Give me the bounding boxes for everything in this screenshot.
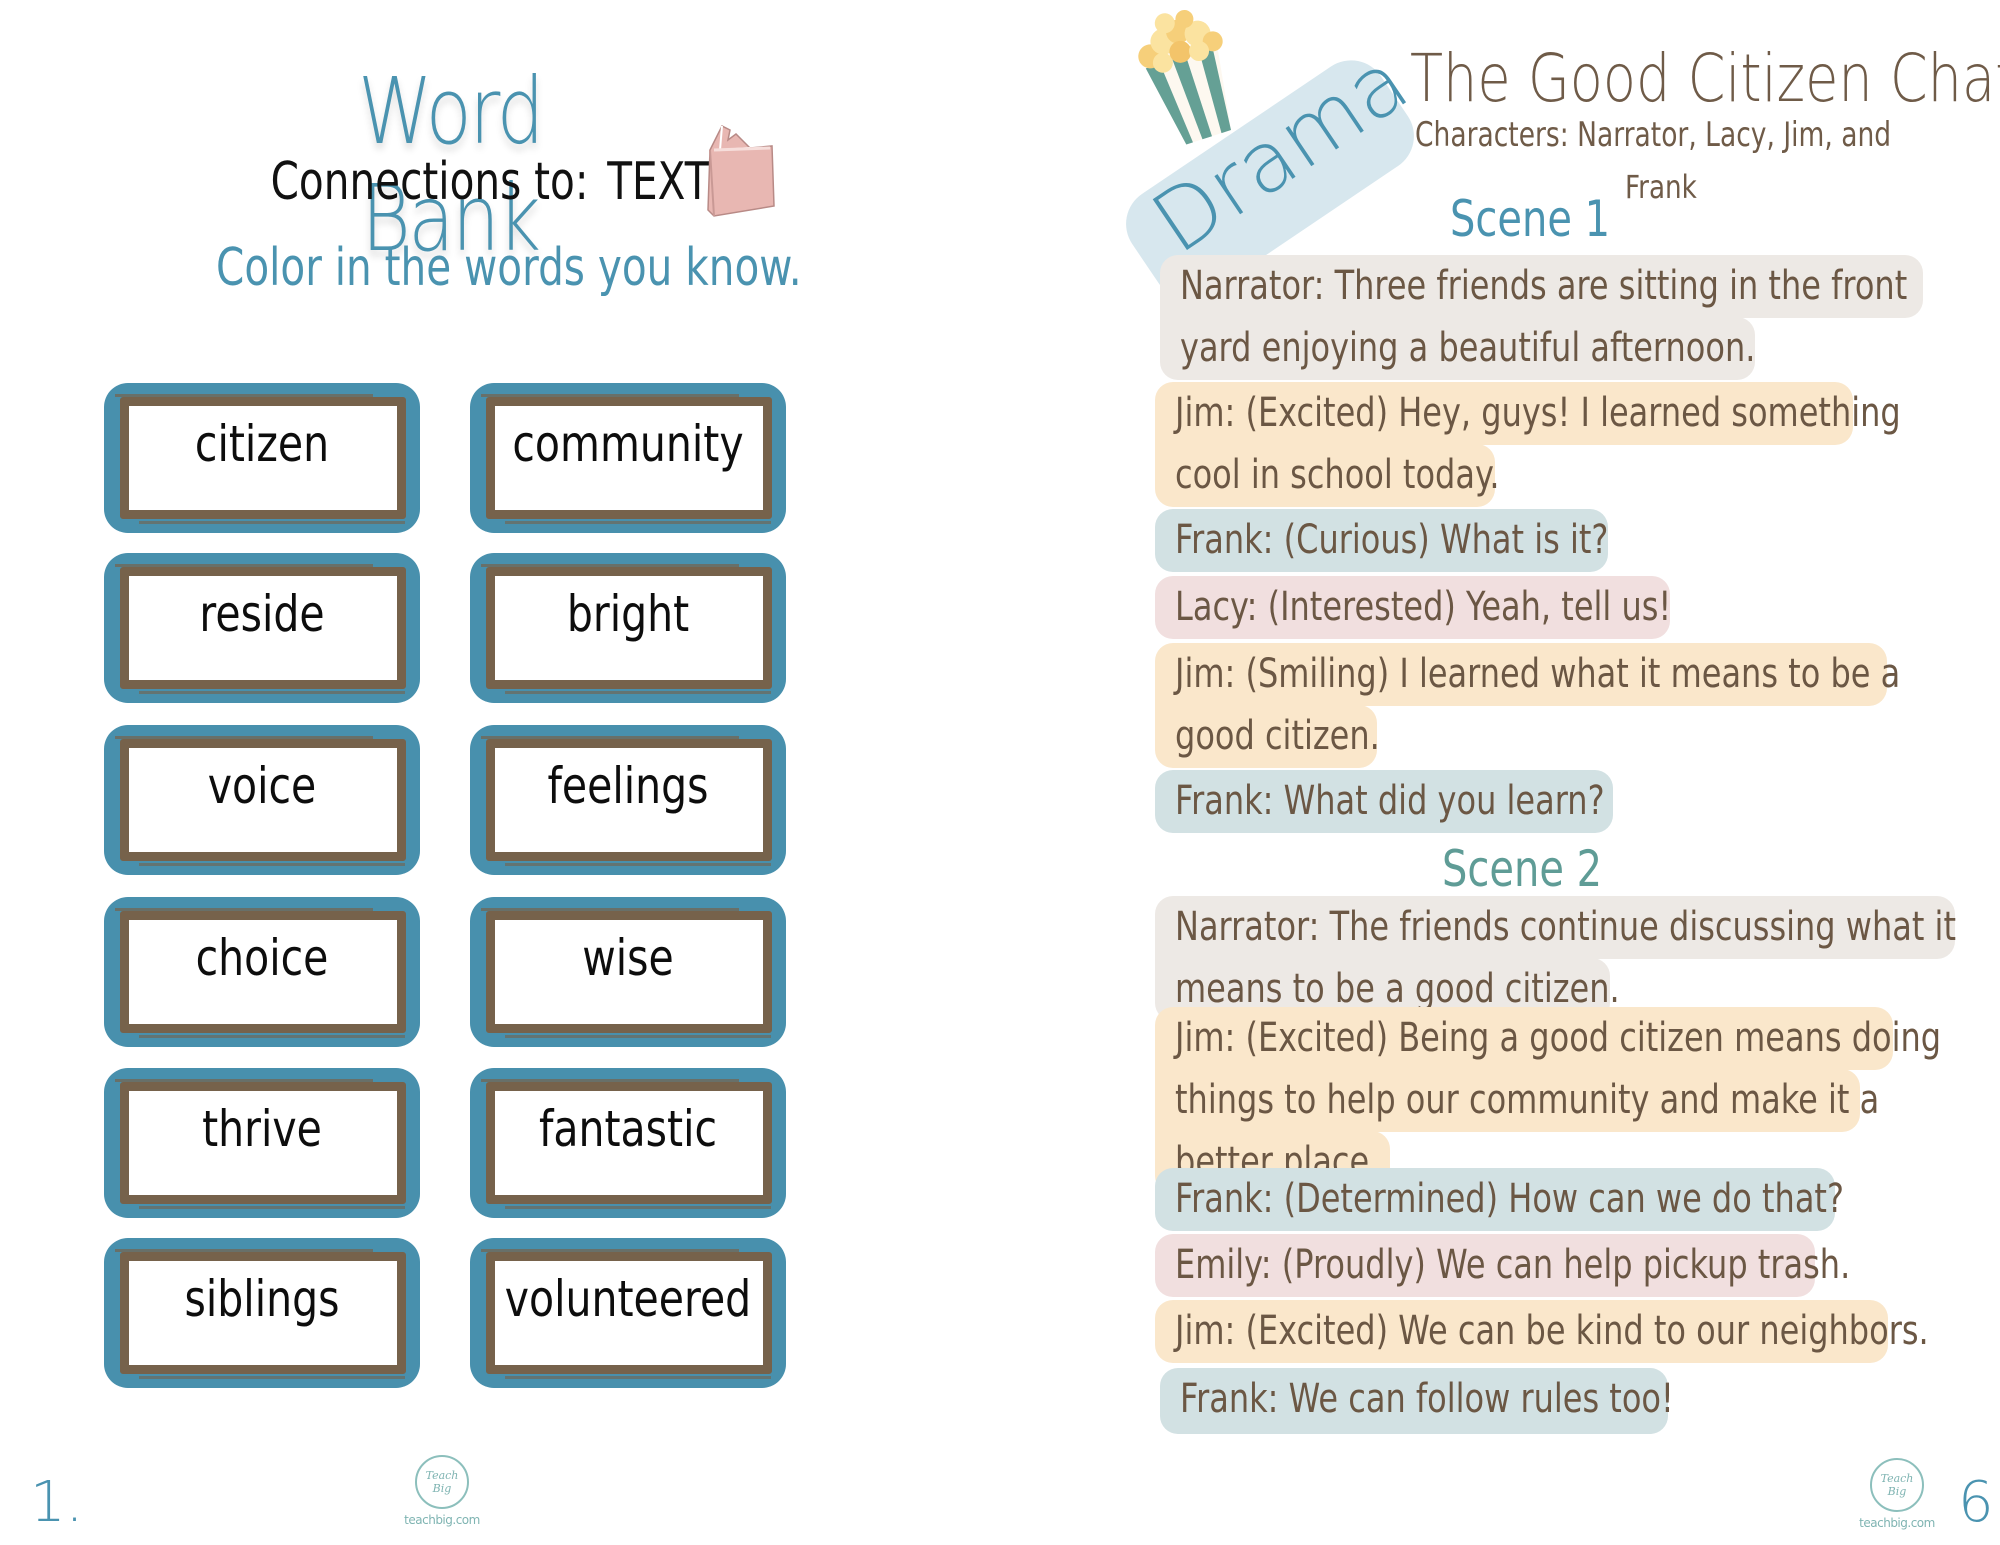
dialogue-jim: Jim: (Smiling) I learned what it means t… (1155, 643, 1900, 768)
dialogue-line: Jim: (Excited) Being a good citizen mean… (1155, 1007, 1941, 1070)
word-card-label: citizen (194, 415, 330, 473)
logo-circle-icon: Teach Big (1870, 1458, 1924, 1512)
dialogue-line: things to help our community and make it… (1155, 1069, 1879, 1132)
word-card-label: siblings (184, 1270, 340, 1328)
dialogue-narrator: Narrator: Three friends are sitting in t… (1160, 255, 1923, 380)
dialogue-frank: Frank: We can follow rules too! (1160, 1368, 1674, 1434)
dialogue-line: good citizen. (1155, 705, 1380, 768)
word-card-label: bright (566, 585, 690, 643)
page-number: 1. (30, 1470, 84, 1535)
dialogue-line: Frank: What did you learn? (1155, 770, 1613, 833)
dialogue-emily: Emily: (Proudly) We can help pickup tras… (1155, 1234, 1850, 1297)
word-card[interactable]: reside (104, 553, 420, 703)
page-number: 6. (1958, 1470, 2000, 1535)
word-card-label: thrive (202, 1100, 322, 1158)
dialogue-line: Frank: (Curious) What is it? (1155, 509, 1608, 572)
dialogue-line: yard enjoying a beautiful afternoon. (1160, 317, 1755, 380)
word-card[interactable]: volunteered (470, 1238, 786, 1388)
word-card-label: reside (199, 585, 325, 643)
logo-site: teachbig.com (1859, 1516, 1935, 1530)
logo-circle-icon: Teach Big (415, 1455, 469, 1509)
dialogue-line: Frank: (Determined) How can we do that? (1155, 1168, 1844, 1231)
dialogue-narrator: Narrator: The friends continue discussin… (1155, 896, 1956, 1021)
characters-list-continued: Frank (1625, 168, 1697, 206)
word-card[interactable]: bright (470, 553, 786, 703)
dialogue-line: Jim: (Excited) Hey, guys! I learned some… (1155, 382, 1901, 445)
word-card[interactable]: siblings (104, 1238, 420, 1388)
play-title: The Good Citizen Chat (1410, 40, 2000, 117)
instruction-text: Color in the words you know. (216, 238, 802, 298)
word-card-label: community (512, 415, 744, 473)
word-card[interactable]: feelings (470, 725, 786, 875)
dialogue-frank: Frank: (Curious) What is it? (1155, 509, 1608, 572)
word-card-label: choice (195, 929, 329, 987)
characters-list: Characters: Narrator, Lacy, Jim, and (1415, 115, 1892, 155)
popcorn-icon (1138, 9, 1232, 145)
word-card-label: fantastic (538, 1100, 718, 1158)
scene-2-heading: Scene 2 (1442, 840, 1603, 898)
logo-site: teachbig.com (404, 1513, 480, 1527)
word-card[interactable]: choice (104, 897, 420, 1047)
dialogue-frank: Frank: (Determined) How can we do that? (1155, 1168, 1844, 1231)
word-card-label: wise (582, 929, 674, 987)
dialogue-line: Emily: (Proudly) We can help pickup tras… (1155, 1234, 1850, 1297)
dialogue-jim: Jim: (Excited) Being a good citizen mean… (1155, 1007, 1941, 1194)
word-card[interactable]: thrive (104, 1068, 420, 1218)
connections-topic: TEXT (607, 152, 710, 212)
word-bank-page: Word Bank Connections to: TEXT Color in t… (0, 0, 1000, 1545)
dialogue-line: Narrator: Three friends are sitting in t… (1160, 255, 1923, 318)
word-card-label: feelings (547, 757, 709, 815)
word-card[interactable]: community (470, 383, 786, 533)
word-card[interactable]: citizen (104, 383, 420, 533)
dialogue-line: cool in school today. (1155, 444, 1500, 507)
word-card[interactable]: fantastic (470, 1068, 786, 1218)
dialogue-jim: Jim: (Excited) We can be kind to our nei… (1155, 1300, 1929, 1363)
dialogue-line: Jim: (Excited) We can be kind to our nei… (1155, 1300, 1929, 1363)
word-card-label: voice (207, 757, 317, 815)
word-card[interactable]: wise (470, 897, 786, 1047)
dialogue-jim: Jim: (Excited) Hey, guys! I learned some… (1155, 382, 1901, 507)
dialogue-lacy: Lacy: (Interested) Yeah, tell us! (1155, 576, 1671, 639)
dialogue-frank: Frank: What did you learn? (1155, 770, 1613, 833)
connections-label: Connections to: (270, 152, 589, 212)
dialogue-line: Jim: (Smiling) I learned what it means t… (1155, 643, 1900, 706)
teachbig-logo: Teach Big teachbig.com (1852, 1458, 1942, 1530)
dialogue-line: Narrator: The friends continue discussin… (1155, 896, 1956, 959)
dialogue-line: Frank: We can follow rules too! (1160, 1368, 1674, 1434)
word-card[interactable]: voice (104, 725, 420, 875)
scene-1-heading: Scene 1 (1450, 190, 1611, 248)
teachbig-logo: Teach Big teachbig.com (397, 1455, 487, 1527)
book-icon (707, 124, 775, 217)
word-card-label: volunteered (504, 1270, 752, 1328)
dialogue-line: Lacy: (Interested) Yeah, tell us! (1155, 576, 1671, 639)
connections-subtitle: Connections to: TEXT (270, 152, 710, 212)
